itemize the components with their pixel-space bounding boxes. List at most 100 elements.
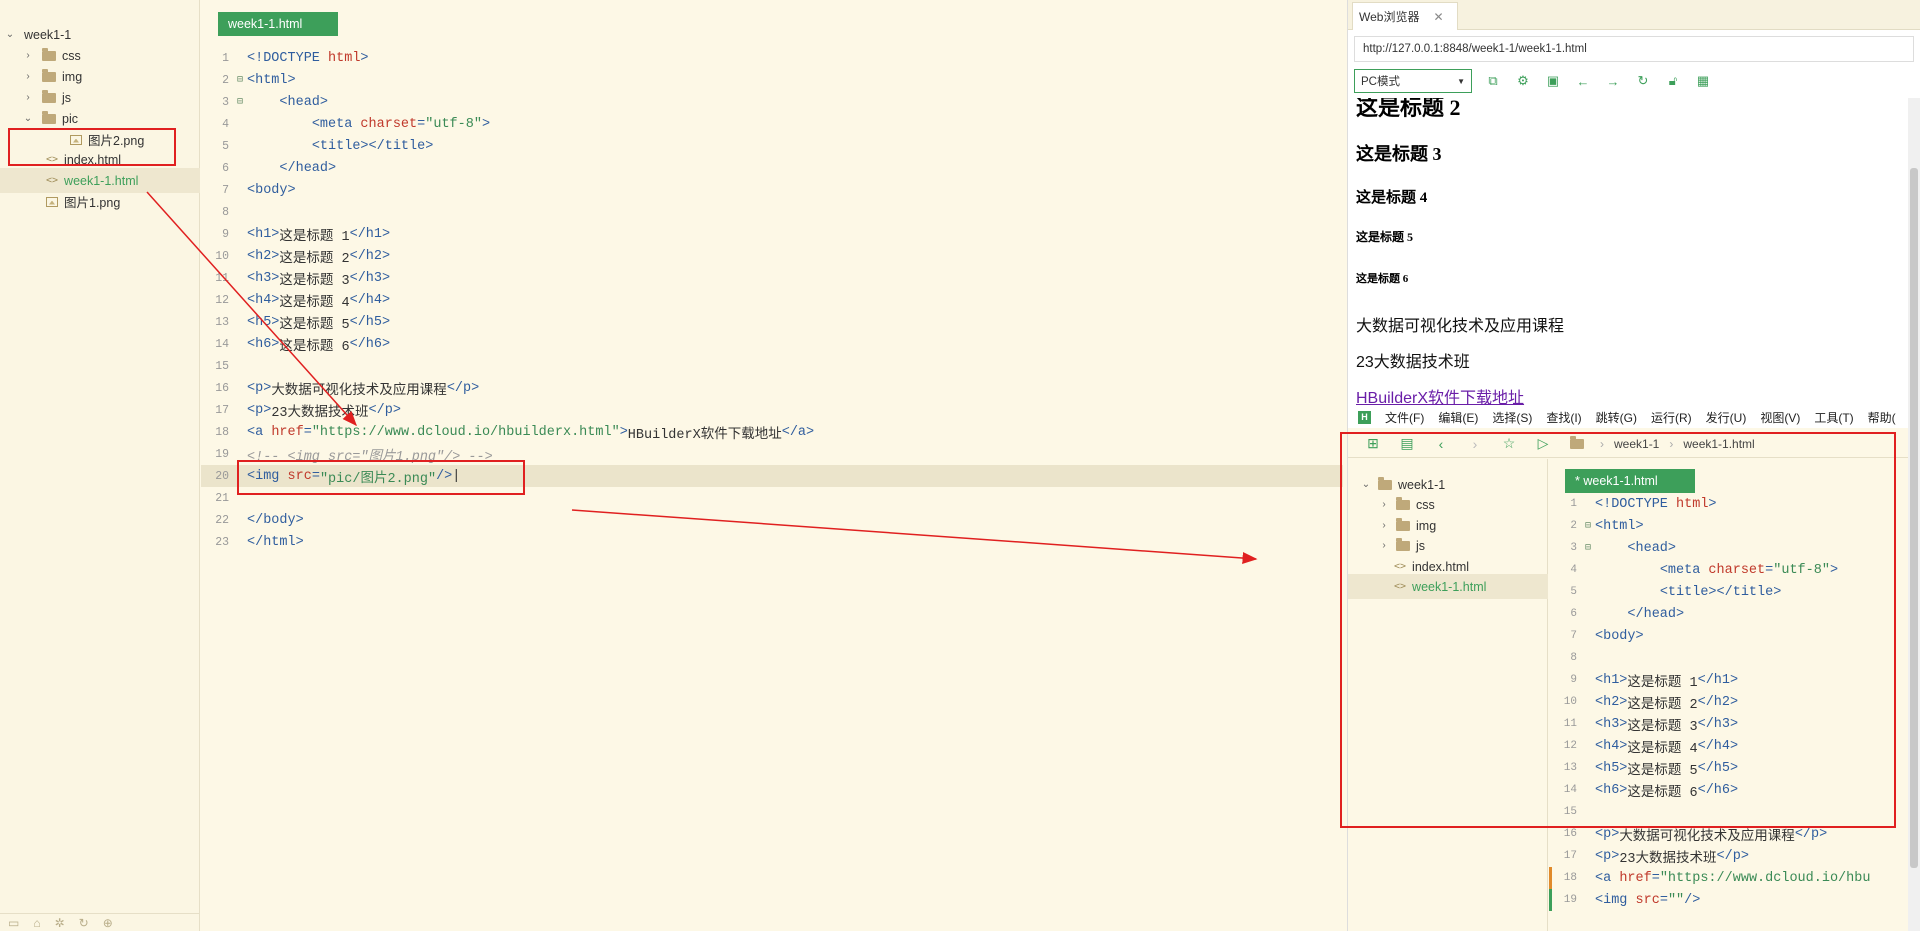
sidebar-bottom-toolbar: ▭ ⌂ ✲ ↻ ⊕ <box>0 913 200 931</box>
code-line: 16 <p> 大数据可视化技术及应用课程 </p> <box>1563 826 1828 845</box>
tree-label: index.html <box>64 152 122 167</box>
menu-item: 运行(R) <box>1650 410 1692 425</box>
page-h5: 这是标题 5 <box>1356 230 1414 244</box>
gear-icon[interactable]: ✲ <box>55 916 65 930</box>
browser-toolbar: PC模式 ▼ ⧉ ⚙ ▣ ← → ↻ 🔓︎ ▦ <box>1348 66 1920 96</box>
code-line[interactable]: 5 <title></title> <box>201 135 1343 157</box>
screenshot-icon[interactable]: ⧉ <box>1478 73 1508 89</box>
console-icon[interactable]: ▣ <box>1538 73 1568 89</box>
qr-code-icon[interactable]: ▦ <box>1688 73 1718 89</box>
folder-open-icon <box>42 110 56 124</box>
tree-label: js <box>62 90 72 105</box>
folder-icon <box>42 68 56 82</box>
breadcrumb-item: week1-1 <box>1614 436 1660 451</box>
browser-tab[interactable]: Web浏览器 ✕ <box>1352 2 1458 30</box>
code-line: 13 <h5> 这是标题 5 </h5> <box>1563 760 1739 779</box>
menu-item: 选择(S) <box>1492 410 1533 425</box>
lock-icon[interactable]: 🔓︎ <box>1658 73 1688 89</box>
code-file-icon: <> <box>46 175 59 186</box>
tree-label: css <box>62 48 81 63</box>
code-line: 7 <body> <box>1570 628 1644 644</box>
chevron-right-icon[interactable]: › <box>22 50 34 61</box>
embedded-screenshot-image: H 文件(F) 编辑(E) 选择(S) 查找(I) 跳转(G) 运行(R) 发行… <box>1348 406 1908 931</box>
code-line: 19 <img src = ""/> <box>1563 892 1701 908</box>
globe-icon[interactable]: ⊕ <box>103 916 113 930</box>
breadcrumb-item: week1-1.html <box>1683 436 1755 451</box>
image-file-icon <box>46 196 58 207</box>
code-line: 18 <a href = "https://www.dcloud.io/hbu <box>1563 870 1871 886</box>
folder-icon <box>42 89 56 103</box>
code-line[interactable]: 11 <h3> 这是标题 3 </h3> <box>201 267 1343 289</box>
browser-scrollbar[interactable] <box>1908 98 1920 931</box>
reload-icon[interactable]: ↻ <box>1628 73 1658 89</box>
code-line[interactable]: 21 <box>201 487 1343 509</box>
menu-item: 查找(I) <box>1546 410 1582 425</box>
scrollbar-thumb[interactable] <box>1910 168 1918 868</box>
code-line[interactable]: 19 <!-- <img src="图片1.png"/> --> <box>201 443 1343 465</box>
code-line[interactable]: 6 </head> <box>201 157 1343 179</box>
refresh-icon[interactable]: ↻ <box>79 916 89 930</box>
project-icon[interactable]: ⌂ <box>33 916 40 930</box>
forward-icon: › <box>1472 435 1478 452</box>
page-h2: 这是标题 2 <box>1356 98 1461 120</box>
code-line[interactable]: 10 <h2> 这是标题 2 </h2> <box>201 245 1343 267</box>
code-line[interactable]: 9 <h1> 这是标题 1 </h1> <box>201 223 1343 245</box>
new-file-icon: ⊞ <box>1367 435 1379 451</box>
page-h3: 这是标题 3 <box>1356 144 1442 164</box>
mode-select[interactable]: PC模式 ▼ <box>1354 69 1472 93</box>
caret-down-icon: ▼ <box>1457 76 1465 86</box>
web-browser-panel: Web浏览器 ✕ http://127.0.0.1:8848/week1-1/w… <box>1347 0 1920 931</box>
code-line[interactable]: 22 </body> <box>201 509 1343 531</box>
page-h6: 这是标题 6 <box>1356 273 1409 285</box>
back-arrow-icon[interactable]: ← <box>1568 74 1598 89</box>
forward-arrow-icon[interactable]: → <box>1598 74 1628 89</box>
folder-icon <box>42 47 56 61</box>
star-icon: ☆ <box>1502 435 1516 451</box>
code-line[interactable]: 7 <body> <box>201 179 1343 201</box>
close-icon[interactable]: ✕ <box>1433 10 1443 24</box>
code-line[interactable]: 18 <a href = "https://www.dcloud.io/hbuilde… <box>201 421 1343 443</box>
tree-label: week1-1.html <box>64 173 139 188</box>
page-link-download[interactable]: HBuilderX软件下载地址 <box>1356 384 1524 408</box>
settings-icon[interactable]: ⚙ <box>1508 73 1538 89</box>
code-line-current[interactable]: 20 <img src = "pic/图片2.png"/> | <box>201 465 1343 487</box>
chevron-right-icon[interactable]: › <box>22 92 34 103</box>
code-line[interactable]: 17 <p> 23大数据技术班 </p> <box>201 399 1343 421</box>
code-line[interactable]: 12 <h4> 这是标题 4 </h4> <box>201 289 1343 311</box>
code-line[interactable]: 4 <meta charset = "utf-8" > <box>201 113 1343 135</box>
screenshot-code-editor: * week1-1.html 1 <!DOCTYPE html > 2 ⊟ <html>… <box>1549 459 1908 931</box>
code-line[interactable]: 13 <h5> 这是标题 5 </h5> <box>201 311 1343 333</box>
tree-file-image1[interactable]: 图片1.png <box>0 189 200 214</box>
chevron-right-icon[interactable]: › <box>22 71 34 82</box>
browser-viewport[interactable]: 这是标题 2 这是标题 3 这是标题 4 这是标题 5 这是标题 6 大数据可视… <box>1348 98 1908 931</box>
browser-tab-label: Web浏览器 <box>1359 10 1420 24</box>
code-line: 2 ⊟ <html> <box>1570 518 1644 534</box>
code-line: 12 <h4> 这是标题 4 </h4> <box>1563 738 1739 757</box>
mode-select-value: PC模式 <box>1361 76 1400 88</box>
tree-label: week1-1 <box>1398 477 1446 492</box>
back-icon: ‹ <box>1438 435 1444 452</box>
chevron-down-icon[interactable]: ⌄ <box>4 29 16 40</box>
url-input[interactable]: http://127.0.0.1:8848/week1-1/week1-1.ht… <box>1354 36 1914 62</box>
code-line[interactable]: 14 <h6> 这是标题 6 </h6> <box>201 333 1343 355</box>
tree-label: img <box>62 69 83 84</box>
code-line: 3 ⊟ <head> <box>1570 540 1677 556</box>
tree-label: css <box>1416 497 1435 512</box>
chevron-down-icon[interactable]: ⌄ <box>22 113 34 124</box>
code-line: 5 <title></title> <box>1570 584 1782 600</box>
code-line[interactable]: 2 ⊟ <html> <box>201 69 1343 91</box>
menu-item: 发行(U) <box>1705 410 1747 425</box>
page-h4: 这是标题 4 <box>1356 190 1428 206</box>
tab-week1-1-html[interactable]: week1-1.html <box>218 12 338 36</box>
code-line[interactable]: 1 <!DOCTYPE html > <box>201 47 1343 69</box>
screenshot-menubar: H 文件(F) 编辑(E) 选择(S) 查找(I) 跳转(G) 运行(R) 发行… <box>1348 406 1908 428</box>
image-file-icon <box>70 134 82 145</box>
code-editor[interactable]: week1-1.html 1 <!DOCTYPE html > 2 ⊟ <html> 3… <box>201 0 1343 931</box>
code-line[interactable]: 15 <box>201 355 1343 377</box>
folder-icon[interactable]: ▭ <box>8 916 19 930</box>
code-line[interactable]: 16 <p> 大数据可视化技术及应用课程 </p> <box>201 377 1343 399</box>
code-line[interactable]: 23 </html> <box>201 531 1343 553</box>
code-line[interactable]: 3 ⊟ <head> <box>201 91 1343 113</box>
menu-item: 编辑(E) <box>1438 410 1479 425</box>
code-line[interactable]: 8 <box>201 201 1343 223</box>
